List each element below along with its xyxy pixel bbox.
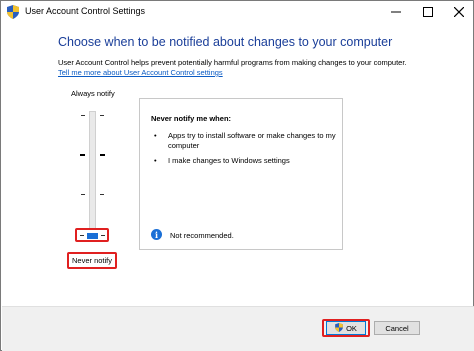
title-bar[interactable]: User Account Control Settings [1,1,473,23]
panel-title: Never notify me when: [151,114,232,123]
bullet-item: I make changes to Windows settings [168,156,290,165]
maximize-icon [423,7,433,17]
bullet-icon: • [154,156,157,165]
slider-tick [100,154,105,156]
dialog-footer: OK Cancel [2,306,474,351]
close-icon [454,7,464,17]
description-text: User Account Control helps prevent poten… [58,58,407,67]
maximize-button[interactable] [413,1,443,23]
uac-window: User Account Control Settings Choose whe… [0,0,474,351]
level-description-panel: Never notify me when: • Apps try to inst… [139,98,343,250]
slider-tick [80,235,84,236]
minimize-icon [391,11,401,13]
minimize-button[interactable] [381,1,411,23]
uac-shield-icon [7,5,19,19]
uac-shield-icon [335,322,343,334]
ok-label: OK [346,323,357,333]
slider-tick [100,115,104,116]
notify-slider-track[interactable] [89,111,96,239]
bullet-item: Apps try to install software or make cha… [168,131,336,150]
close-button[interactable] [444,1,474,23]
window-title: User Account Control Settings [25,6,146,16]
slider-tick [81,194,85,195]
learn-more-link[interactable]: Tell me more about User Account Control … [58,68,223,77]
recommendation-note: Not recommended. [170,231,234,240]
slider-thumb[interactable] [87,233,98,239]
slider-tick [101,235,105,236]
slider-top-label: Always notify [71,89,115,98]
bullet-icon: • [154,131,157,140]
info-icon: i [151,229,162,240]
slider-tick [81,115,85,116]
slider-bottom-label: Never notify [67,252,117,269]
slider-thumb-highlight[interactable] [75,228,109,242]
ok-button-highlight: OK [322,319,370,337]
slider-tick [80,154,85,156]
page-heading: Choose when to be notified about changes… [58,35,393,49]
ok-button[interactable]: OK [326,321,366,335]
slider-tick [100,194,104,195]
cancel-button[interactable]: Cancel [374,321,420,335]
